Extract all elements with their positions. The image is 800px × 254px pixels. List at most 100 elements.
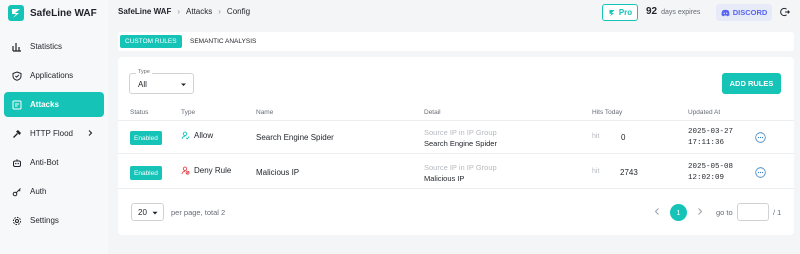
days-count: 92 [646, 6, 658, 17]
per-page-text: per page, total 2 [171, 208, 226, 217]
status-badge[interactable]: Enabled [130, 166, 162, 180]
updated-date: 2025-05-08 [688, 163, 734, 171]
rules-panel: Type All ADD RULES Status Type Name Deta… [118, 57, 794, 235]
sidebar-item-attacks[interactable]: Attacks [4, 92, 104, 117]
attack-log-icon [12, 100, 22, 109]
tab-custom-rules[interactable]: CUSTOM RULES [120, 35, 182, 48]
bot-icon [13, 158, 21, 167]
hammer-icon [13, 129, 21, 138]
pro-badge[interactable]: Pro [602, 4, 638, 21]
days-label: days expires [661, 9, 701, 16]
column-header-detail: Detail [424, 109, 441, 116]
table-row[interactable]: Enabled Allow Search Engine Spider Sourc… [118, 120, 794, 154]
hits-today-value: 0 [621, 133, 626, 142]
rule-type: Allow [181, 131, 213, 140]
sidebar-item-anti-bot[interactable]: Anti-Bot [4, 150, 104, 175]
column-header-type: Type [181, 109, 196, 116]
more-options-icon[interactable] [755, 132, 766, 143]
sidebar-item-auth[interactable]: Auth [4, 179, 104, 204]
page-size-select[interactable]: 20 [131, 203, 164, 221]
page-size-value: 20 [138, 208, 147, 217]
discord-label: DISCORD [732, 8, 768, 17]
column-header-updated-at: Updated At [688, 109, 721, 116]
sidebar-item-applications[interactable]: Applications [4, 63, 104, 88]
type-filter-select[interactable]: Type All [129, 69, 194, 94]
pro-label: Pro [618, 8, 633, 17]
goto-label: go to [716, 208, 733, 217]
updated-date: 2025-03-27 [688, 128, 734, 136]
discord-icon [721, 9, 730, 16]
sidebar-item-label: Auth [30, 187, 47, 196]
status-badge[interactable]: Enabled [130, 131, 162, 145]
key-icon [12, 187, 21, 196]
discord-button[interactable]: DISCORD [716, 4, 772, 21]
user-allow-icon [181, 131, 190, 140]
type-filter-value: All [138, 80, 147, 89]
breadcrumb-current: Config [226, 7, 251, 16]
detail-value: Malicious IP [424, 174, 465, 183]
updated-at: 2025-03-27 17:11:36 [688, 127, 733, 149]
rule-type-label: Allow [194, 131, 214, 140]
chart-bar-icon [12, 42, 21, 52]
chevron-right-icon[interactable] [695, 207, 704, 216]
updated-time: 12:02:09 [688, 174, 725, 182]
license-days: 92 days expires [646, 6, 700, 17]
safeline-logo-icon [8, 5, 24, 21]
goto-page-input[interactable] [737, 203, 769, 221]
hit-label: hit [592, 168, 600, 175]
chevron-down-icon [152, 211, 158, 215]
shield-icon [12, 70, 22, 81]
breadcrumb-attacks[interactable]: Attacks [186, 7, 212, 16]
sidebar-item-statistics[interactable]: Statistics [4, 34, 104, 59]
column-header-hits-today: Hits Today [592, 109, 623, 116]
breadcrumb-separator-icon: › [218, 7, 221, 16]
updated-time: 17:11:36 [688, 139, 725, 147]
hit-label: hit [592, 133, 600, 140]
rule-name: Search Engine Spider [256, 133, 334, 142]
sidebar: SafeLine WAF Statistics Applications Att… [0, 0, 108, 254]
column-header-status: Status [130, 109, 149, 116]
detail-value: Search Engine Spider [424, 139, 497, 148]
rule-type: Deny Rule [181, 166, 231, 175]
sidebar-item-http-flood[interactable]: HTTP Flood [4, 121, 104, 146]
tab-semantic-analysis[interactable]: SEMANTIC ANALYSIS [185, 35, 261, 48]
pro-logo-icon [609, 9, 615, 16]
rule-type-label: Deny Rule [194, 166, 232, 175]
breadcrumb-separator-icon: › [177, 7, 181, 16]
sidebar-item-label: Settings [30, 216, 59, 225]
top-header: SafeLine WAF › Attacks › Config Pro 92 d… [108, 0, 800, 26]
rule-detail: Source IP in IP Group Malicious IP [424, 162, 497, 184]
table-header: Status Type Name Detail Hits Today Updat… [118, 105, 794, 121]
type-filter-legend: Type [136, 69, 152, 75]
column-header-name: Name [256, 109, 274, 116]
rule-name: Malicious IP [256, 168, 300, 177]
sidebar-item-label: Statistics [30, 42, 63, 51]
sidebar-nav: Statistics Applications Attacks HTTP Flo… [0, 34, 108, 237]
sidebar-item-settings[interactable]: Settings [4, 208, 104, 233]
hits-today-value: 2743 [620, 168, 638, 177]
gear-icon [12, 216, 22, 225]
detail-condition: Source IP in IP Group [424, 128, 497, 137]
chevron-down-icon [181, 83, 186, 86]
sidebar-item-label: Anti-Bot [30, 158, 59, 167]
updated-at: 2025-05-08 12:02:09 [688, 162, 733, 184]
logout-icon[interactable] [780, 7, 790, 17]
more-options-icon[interactable] [755, 167, 766, 178]
sidebar-item-label: HTTP Flood [30, 129, 73, 138]
total-pages: / 1 [773, 208, 782, 217]
detail-condition: Source IP in IP Group [424, 163, 497, 172]
user-deny-icon [181, 166, 190, 175]
chevron-left-icon[interactable] [653, 207, 662, 216]
breadcrumb: SafeLine WAF › Attacks › Config [118, 7, 250, 16]
breadcrumb-root[interactable]: SafeLine WAF [118, 7, 171, 16]
table-row[interactable]: Enabled Deny Rule Malicious IP Source IP… [118, 155, 794, 189]
sidebar-item-label: Applications [30, 71, 74, 80]
add-rules-button[interactable]: ADD RULES [722, 73, 781, 94]
brand-name: SafeLine WAF [30, 7, 97, 19]
page-button-current[interactable]: 1 [670, 204, 687, 221]
rule-tabs: CUSTOM RULES SEMANTIC ANALYSIS [118, 32, 794, 51]
rule-detail: Source IP in IP Group Search Engine Spid… [424, 127, 497, 149]
brand[interactable]: SafeLine WAF [8, 4, 97, 22]
sidebar-item-label: Attacks [30, 100, 59, 109]
chevron-right-icon[interactable] [86, 129, 94, 137]
